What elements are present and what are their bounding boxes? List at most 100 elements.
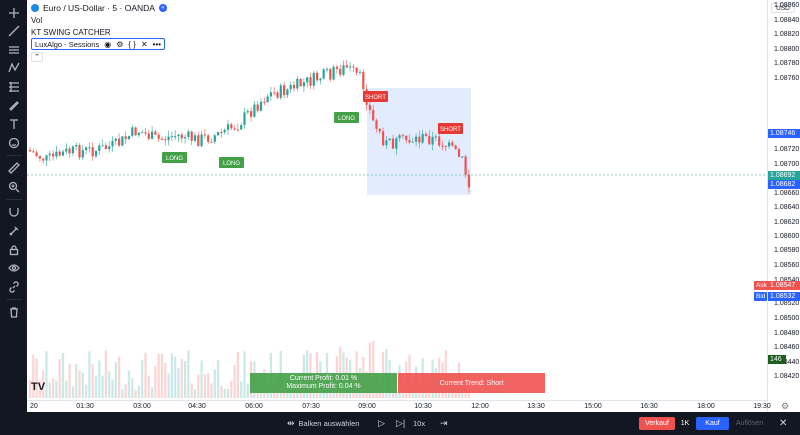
candle [164, 136, 167, 146]
candle [269, 86, 272, 101]
trash-icon[interactable] [3, 304, 25, 321]
candle [144, 127, 147, 136]
candle [170, 132, 173, 142]
time-tick: 03:00 [133, 403, 151, 410]
profit-panel: Current Profit: 0.01 % Maximum Profit: 0… [250, 373, 397, 393]
speed-selector[interactable]: 10x [413, 412, 425, 435]
crosshair-icon[interactable] [3, 4, 25, 21]
close-replay-icon[interactable]: ✕ [779, 412, 787, 435]
price-tick: 1.08780 [774, 60, 800, 67]
candle [197, 132, 200, 147]
volume-legend[interactable]: Vol [31, 14, 167, 26]
candle [352, 63, 355, 73]
volume-bar [58, 359, 61, 398]
magnet-icon[interactable] [3, 204, 25, 221]
lock-icon[interactable] [3, 241, 25, 258]
ruler-icon[interactable] [3, 160, 25, 177]
sell-button[interactable]: Verkauf [639, 417, 675, 430]
volume-bar [141, 359, 144, 398]
price-tick: 1.08520 [774, 300, 800, 307]
volume-bar [213, 369, 216, 398]
zoom-icon[interactable] [3, 178, 25, 195]
source-code-icon[interactable]: { } [128, 40, 136, 49]
chart-pane[interactable]: LONG LONG LONG SHORT SHORT Euro / US-Dollar … [27, 0, 767, 400]
volume-tag: 146 [768, 355, 786, 364]
candle [190, 130, 193, 145]
replay-mode-icon[interactable]: « [158, 4, 167, 12]
price-tick: 1.08700 [774, 161, 800, 168]
pattern-icon[interactable] [3, 60, 25, 77]
settings-icon[interactable]: ⚙ [781, 401, 789, 412]
candle [236, 123, 239, 132]
horizontal-lines-icon[interactable] [3, 41, 25, 58]
emoji-icon[interactable] [3, 134, 25, 151]
stay-in-drawing-icon[interactable] [3, 223, 25, 240]
volume-bar [233, 364, 236, 398]
jump-to-realtime-icon[interactable]: ⇥ [440, 412, 448, 435]
candle [193, 132, 197, 143]
signal-label: LONG [338, 116, 355, 122]
volume-bar [85, 384, 88, 398]
volume-bar [114, 362, 117, 398]
maximum-profit: Maximum Profit: 0.04 % [286, 383, 361, 390]
indicator-legend-luxalgo[interactable]: LuxAlgo - Sessions ◉ ⚙ { } ✕ ••• [31, 38, 166, 50]
volume-bar [240, 381, 243, 398]
more-icon[interactable]: ••• [153, 40, 161, 49]
volume-bar [230, 380, 233, 398]
candle [154, 129, 157, 135]
candle [279, 83, 282, 100]
candle [226, 119, 230, 135]
volume-bar [210, 383, 213, 398]
price-tick: 1.08760 [774, 75, 800, 82]
candle [213, 133, 216, 145]
time-axis[interactable]: 20 01:30 03:00 04:30 06:00 07:30 09:00 10:30 12:… [27, 400, 771, 412]
candle [174, 130, 177, 141]
collapse-legend-icon[interactable]: ⌃ [31, 51, 43, 62]
candle [246, 108, 249, 115]
settings-icon[interactable]: ⚙ [116, 40, 123, 49]
price-tag-last: 1.08692 [768, 171, 800, 180]
volume-bar [104, 350, 107, 398]
eye-icon[interactable]: ◉ [104, 40, 111, 49]
volume-bar [52, 378, 55, 398]
volume-bar [134, 389, 137, 398]
candle [45, 154, 48, 167]
candle [464, 154, 467, 178]
symbol-row[interactable]: Euro / US-Dollar · 5 · OANDA « [31, 2, 167, 14]
time-tick: 16:30 [640, 403, 658, 410]
time-tick: 06:00 [245, 403, 263, 410]
candle [81, 145, 84, 161]
step-forward-icon[interactable]: ▷| [396, 412, 405, 435]
indicator-legend-kt[interactable]: KT SWING CATCHER [31, 26, 167, 38]
volume-bar [180, 358, 183, 398]
link-icon[interactable] [3, 278, 25, 295]
price-axis[interactable]: USD 1.08860 1.08840 1.08820 1.08800 1.08780 1… [767, 0, 800, 412]
resolve-button[interactable]: Auflösen [733, 417, 766, 430]
candle [250, 107, 253, 122]
candle [220, 128, 223, 138]
price-tag-level-1: 1.08746 [768, 129, 800, 138]
select-bar-button[interactable]: ⇹ Balken auswählen [287, 412, 359, 435]
volume-bar [108, 371, 111, 398]
time-tick: 13:30 [527, 403, 545, 410]
candle [52, 150, 55, 161]
brush-icon[interactable] [3, 97, 25, 114]
toolbar-divider [5, 298, 22, 300]
quantity-field[interactable]: 1K [678, 417, 692, 430]
trend-line-icon[interactable] [3, 23, 25, 40]
candle [362, 69, 365, 94]
candle [167, 130, 170, 146]
candle [345, 60, 348, 69]
time-tick: 20 [30, 403, 38, 410]
signal-label: LONG [223, 161, 240, 167]
volume-bar [157, 353, 160, 398]
symbol-title[interactable]: Euro / US-Dollar · 5 · OANDA [43, 3, 155, 13]
fib-icon[interactable] [3, 78, 25, 95]
time-tick: 04:30 [188, 403, 206, 410]
eye-icon[interactable] [3, 260, 25, 277]
price-tick: 1.08660 [774, 190, 800, 197]
play-icon[interactable]: ▷ [378, 412, 385, 435]
close-icon[interactable]: ✕ [141, 40, 148, 49]
buy-button[interactable]: Kauf [696, 417, 729, 430]
text-icon[interactable] [3, 116, 25, 133]
